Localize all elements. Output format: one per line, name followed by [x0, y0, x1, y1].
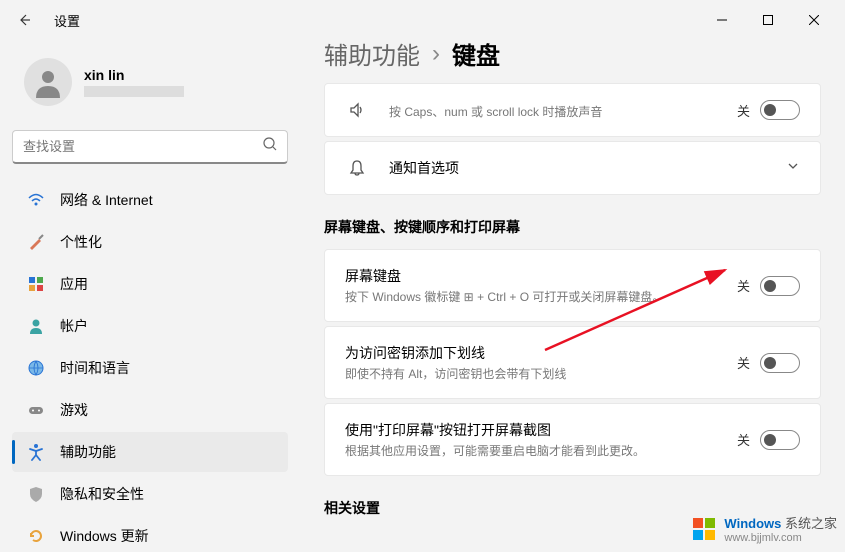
minimize-icon: [717, 15, 727, 25]
nav-item-time-language[interactable]: 时间和语言: [12, 348, 288, 388]
titlebar: 设置: [0, 0, 845, 40]
nav-item-network[interactable]: 网络 & Internet: [12, 180, 288, 220]
person-icon: [32, 66, 64, 98]
breadcrumb: 辅助功能 › 键盘: [324, 40, 821, 71]
search-input[interactable]: [23, 139, 263, 154]
toggle-state: 关: [737, 430, 750, 449]
card-toggle-keys-partial[interactable]: 按 Caps、num 或 scroll lock 时播放声音 关: [324, 83, 821, 137]
user-email: [84, 86, 184, 97]
toggle-state: 关: [737, 276, 750, 295]
update-icon: [26, 526, 46, 542]
toggle-switch[interactable]: [760, 276, 800, 296]
maximize-button[interactable]: [745, 4, 791, 36]
accessibility-icon: [26, 442, 46, 462]
watermark-url: www.bjjmlv.com: [724, 532, 837, 544]
back-arrow-icon: [16, 12, 32, 28]
card-notification-preferences[interactable]: 通知首选项: [324, 141, 821, 195]
breadcrumb-parent[interactable]: 辅助功能: [324, 40, 420, 71]
nav-item-gaming[interactable]: 游戏: [12, 390, 288, 430]
window-title: 设置: [54, 11, 80, 30]
nav-item-windows-update[interactable]: Windows 更新: [12, 516, 288, 542]
chevron-right-icon: ›: [432, 40, 440, 68]
main-content: 辅助功能 › 键盘 按 Caps、num 或 scroll lock 时播放声音…: [300, 40, 845, 552]
card-underline-access-keys[interactable]: 为访问密钥添加下划线 即使不持有 Alt，访问密钥也会带有下划线 关: [324, 326, 821, 399]
avatar: [24, 58, 72, 106]
toggle-state: 关: [737, 353, 750, 372]
breadcrumb-current: 键盘: [452, 40, 500, 71]
nav-label: Windows 更新: [60, 526, 149, 542]
watermark: Windows 系统之家 www.bjjmlv.com: [690, 513, 837, 544]
section-header: 屏幕键盘、按键顺序和打印屏幕: [324, 217, 821, 237]
card-title: 使用"打印屏幕"按钮打开屏幕截图: [345, 420, 737, 440]
card-desc: 按 Caps、num 或 scroll lock 时播放声音: [389, 103, 737, 120]
watermark-text: 系统之家: [785, 516, 837, 531]
toggle-switch[interactable]: [760, 430, 800, 450]
back-button[interactable]: [8, 4, 40, 36]
toggle-switch[interactable]: [760, 100, 800, 120]
card-desc: 即使不持有 Alt，访问密钥也会带有下划线: [345, 365, 737, 382]
nav-item-accessibility[interactable]: 辅助功能: [12, 432, 288, 472]
close-button[interactable]: [791, 4, 837, 36]
user-info: xin lin: [84, 67, 276, 97]
brush-icon: [26, 232, 46, 252]
nav-label: 隐私和安全性: [60, 484, 144, 504]
shield-icon: [26, 484, 46, 504]
search-icon: [263, 137, 277, 156]
nav-label: 游戏: [60, 400, 88, 420]
wifi-icon: [26, 190, 46, 210]
maximize-icon: [763, 15, 773, 25]
nav-item-personalization[interactable]: 个性化: [12, 222, 288, 262]
close-icon: [809, 15, 819, 25]
nav-label: 时间和语言: [60, 358, 130, 378]
nav-item-accounts[interactable]: 帐户: [12, 306, 288, 346]
nav-item-privacy[interactable]: 隐私和安全性: [12, 474, 288, 514]
window-controls: [699, 4, 837, 36]
card-title: 屏幕键盘: [345, 266, 737, 286]
card-title: 通知首选项: [389, 158, 786, 178]
nav-label: 帐户: [60, 316, 88, 336]
windows-logo-icon: [690, 515, 718, 543]
nav-label: 辅助功能: [60, 442, 116, 462]
nav-list: 网络 & Internet 个性化 应用 帐户 时间和语言: [12, 180, 288, 542]
card-title: 为访问密钥添加下划线: [345, 343, 737, 363]
gamepad-icon: [26, 400, 46, 420]
card-desc: 按下 Windows 徽标键 ⊞ + Ctrl + O 可打开或关闭屏幕键盘。: [345, 288, 737, 305]
search-box[interactable]: [12, 130, 288, 164]
nav-label: 应用: [60, 274, 88, 294]
sidebar: xin lin 网络 & Internet 个性化: [0, 40, 300, 552]
card-desc: 根据其他应用设置，可能需要重启电脑才能看到此更改。: [345, 442, 737, 459]
watermark-brand: Windows: [724, 516, 781, 531]
apps-icon: [26, 274, 46, 294]
sound-icon: [345, 100, 369, 120]
card-print-screen[interactable]: 使用"打印屏幕"按钮打开屏幕截图 根据其他应用设置，可能需要重启电脑才能看到此更…: [324, 403, 821, 476]
globe-icon: [26, 358, 46, 378]
card-onscreen-keyboard[interactable]: 屏幕键盘 按下 Windows 徽标键 ⊞ + Ctrl + O 可打开或关闭屏…: [324, 249, 821, 322]
nav-label: 个性化: [60, 232, 102, 252]
chevron-down-icon: [786, 159, 800, 178]
nav-label: 网络 & Internet: [60, 190, 153, 210]
toggle-state: 关: [737, 101, 750, 120]
user-name: xin lin: [84, 67, 276, 83]
nav-item-apps[interactable]: 应用: [12, 264, 288, 304]
toggle-switch[interactable]: [760, 353, 800, 373]
bell-icon: [345, 158, 369, 178]
user-section[interactable]: xin lin: [12, 50, 288, 114]
account-icon: [26, 316, 46, 336]
minimize-button[interactable]: [699, 4, 745, 36]
